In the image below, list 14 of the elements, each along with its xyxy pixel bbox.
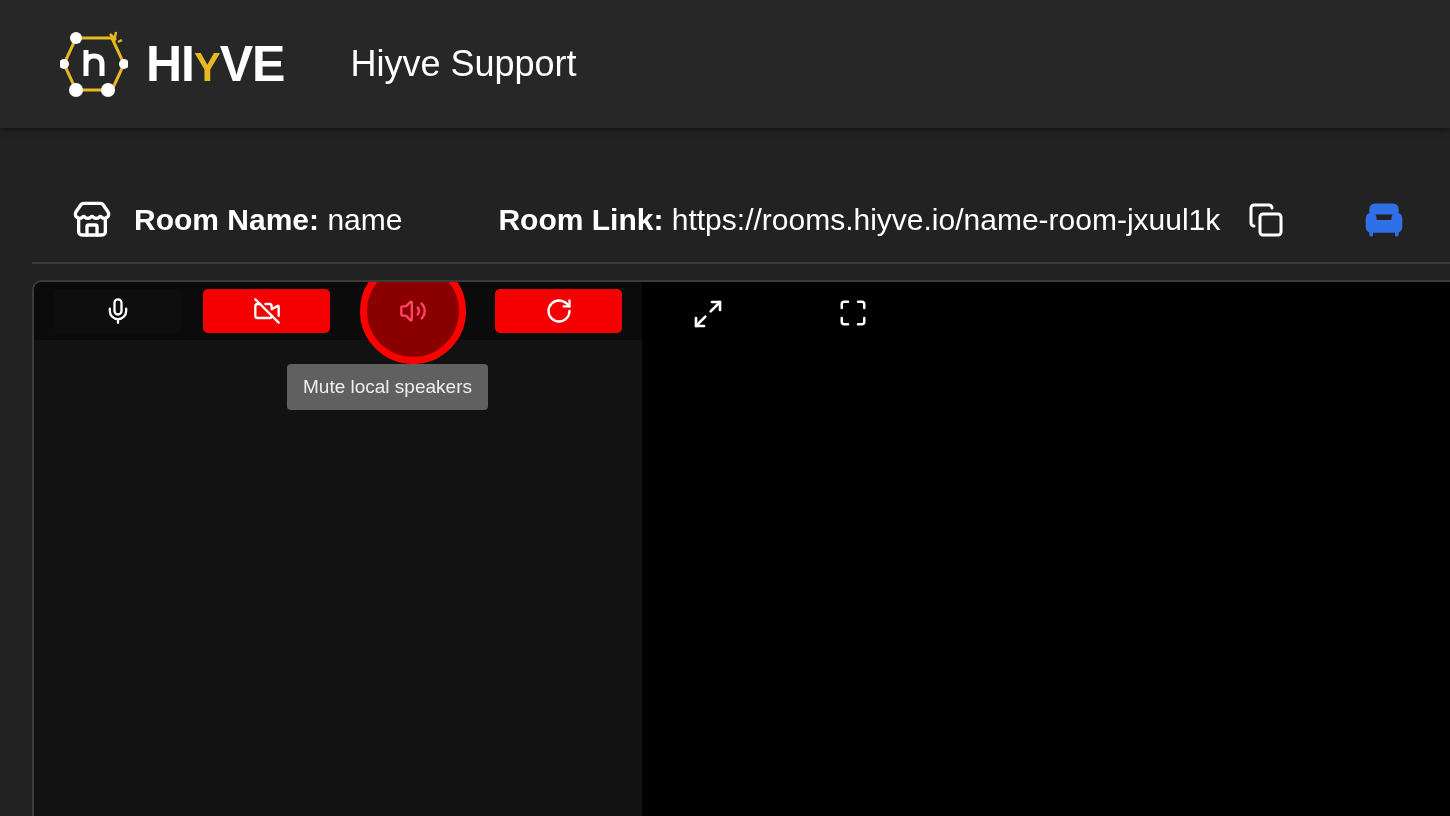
camera-off-button[interactable]: [203, 289, 330, 333]
expand-icon[interactable]: [692, 298, 724, 330]
room-name: Room Name: name: [134, 203, 403, 237]
page-title: Hiyve Support: [350, 43, 577, 85]
logo-wordmark: HIYVE: [146, 35, 285, 93]
camera-off-icon: [252, 297, 281, 325]
copy-icon[interactable]: [1248, 202, 1285, 238]
speaker-button[interactable]: [359, 282, 466, 364]
refresh-icon: [544, 297, 573, 325]
store-icon: [72, 200, 112, 240]
refresh-button[interactable]: [495, 289, 622, 333]
fullscreen-icon[interactable]: [838, 298, 868, 328]
tooltip: Mute local speakers: [287, 364, 488, 410]
logo-icon: [60, 30, 128, 98]
